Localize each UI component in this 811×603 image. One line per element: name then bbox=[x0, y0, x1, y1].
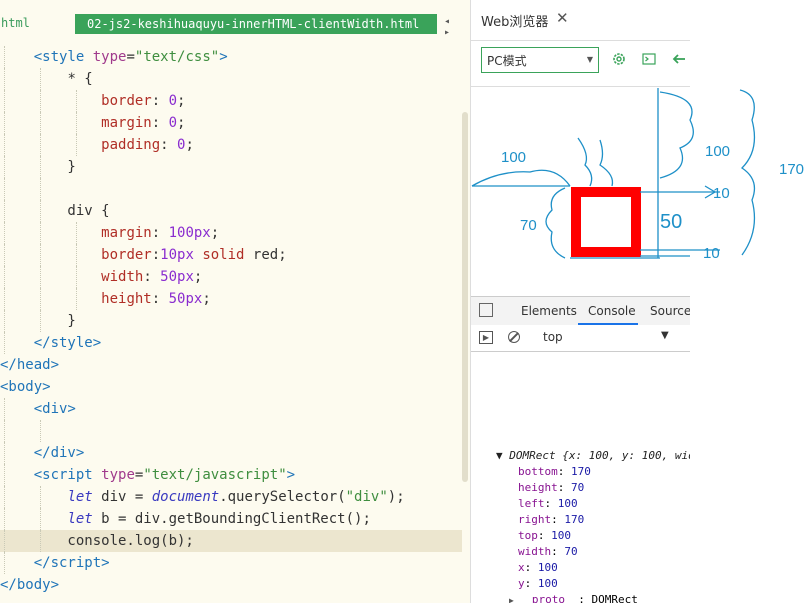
code-line: </style> bbox=[0, 332, 462, 354]
code-line: border: 0; bbox=[0, 90, 462, 112]
sidebar-toggle-icon[interactable]: ▶ bbox=[479, 331, 493, 344]
prop-value: 100 bbox=[557, 497, 578, 510]
inspect-icon[interactable] bbox=[479, 303, 493, 317]
prop-value: 170 bbox=[564, 513, 585, 526]
devtools-tab-bar: Elements Console Sources bbox=[471, 297, 690, 326]
domrect-header[interactable]: ▼ DOMRect {x: 100, y: 100, wid bbox=[496, 448, 690, 464]
page-viewport bbox=[471, 87, 690, 297]
browser-panel: Web浏览器 ✕ PC模式 ▼ Elements Console Sources… bbox=[470, 0, 690, 603]
domrect-prop-x: x: 100 bbox=[518, 561, 558, 574]
code-line-current: console.log(b); bbox=[0, 530, 462, 552]
prop-key: x bbox=[518, 561, 525, 574]
prop-key: right bbox=[518, 513, 552, 526]
file-tab[interactable]: 02-js2-keshihuaquyu-innerHTML-clientWidt… bbox=[75, 14, 437, 34]
code-line: * { bbox=[0, 68, 462, 90]
domrect-prop-y: y: 100 bbox=[518, 577, 558, 590]
code-line: <script type="text/javascript"> bbox=[0, 464, 462, 486]
domrect-header-prefix: ▼ DOMRect bbox=[496, 449, 563, 462]
code-line: height: 50px; bbox=[0, 288, 462, 310]
domrect-prop-right: right: 170 bbox=[518, 513, 585, 526]
clear-console-icon[interactable] bbox=[508, 331, 520, 343]
prop-key: top bbox=[518, 529, 538, 542]
prop-value: 70 bbox=[564, 545, 578, 558]
tab-sources[interactable]: Sources bbox=[650, 297, 690, 325]
context-select[interactable]: top bbox=[543, 330, 563, 344]
editor-tab-bar: html 02-js2-keshihuaquyu-innerHTML-clien… bbox=[0, 0, 470, 46]
chevron-down-icon: ▼ bbox=[586, 55, 593, 64]
red-bordered-div bbox=[571, 187, 641, 257]
tab-console[interactable]: Console bbox=[578, 297, 638, 325]
file-ext-label: html bbox=[1, 16, 30, 30]
prop-key: left bbox=[518, 497, 545, 510]
prop-key: height bbox=[518, 481, 558, 494]
domrect-prop-width: width: 70 bbox=[518, 545, 578, 558]
terminal-icon[interactable] bbox=[640, 51, 658, 69]
code-line: </div> bbox=[0, 442, 462, 464]
proto-value: : DOMRect bbox=[578, 593, 638, 603]
code-line bbox=[0, 420, 462, 442]
prop-key: bottom bbox=[518, 465, 558, 478]
browser-tab[interactable]: Web浏览器 ✕ bbox=[471, 0, 690, 41]
domrect-prop-height: height: 70 bbox=[518, 481, 585, 494]
prop-value: 100 bbox=[551, 529, 571, 542]
proto-row[interactable]: ▶ __proto__: DOMRect bbox=[509, 592, 638, 603]
domrect-header-summary: {x: 100, y: 100, wid bbox=[562, 449, 690, 462]
browser-tab-title: Web浏览器 bbox=[481, 15, 549, 30]
code-line: let b = div.getBoundingClientRect(); bbox=[0, 508, 462, 530]
expand-arrow-icon[interactable]: ▶ bbox=[509, 596, 519, 603]
editor-scrollbar[interactable] bbox=[462, 112, 468, 482]
code-line: </head> bbox=[0, 357, 60, 373]
code-line: </script> bbox=[0, 552, 462, 574]
code-line: width: 50px; bbox=[0, 266, 462, 288]
code-line: } bbox=[0, 156, 462, 178]
gear-icon[interactable] bbox=[610, 51, 628, 69]
console-output: ▼ DOMRect {x: 100, y: 100, wid bottom: 17… bbox=[471, 351, 690, 603]
prop-key: width bbox=[518, 545, 552, 558]
code-line: let div = document.querySelector("div"); bbox=[0, 486, 462, 508]
tab-scroll-arrows[interactable]: ◂ ▸ bbox=[444, 16, 470, 38]
prop-value: 100 bbox=[537, 577, 558, 590]
code-line bbox=[0, 178, 462, 200]
code-line: margin: 0; bbox=[0, 112, 462, 134]
code-lines[interactable]: <style type="text/css"> * { border: 0; m… bbox=[0, 46, 462, 596]
code-editor[interactable]: html 02-js2-keshihuaquyu-innerHTML-clien… bbox=[0, 0, 470, 603]
prop-value: 70 bbox=[571, 481, 585, 494]
back-arrow-icon[interactable] bbox=[670, 51, 688, 69]
tab-elements[interactable]: Elements bbox=[521, 297, 577, 325]
code-line: } bbox=[0, 310, 462, 332]
code-line: border:10px solid red; bbox=[0, 244, 462, 266]
close-icon[interactable]: ✕ bbox=[556, 9, 569, 27]
console-toolbar: ▶ top ▼ bbox=[471, 325, 690, 352]
domrect-prop-top: top: 100 bbox=[518, 529, 571, 542]
domrect-prop-left: left: 100 bbox=[518, 497, 578, 510]
prop-key: y bbox=[518, 577, 525, 590]
code-line: margin: 100px; bbox=[0, 222, 462, 244]
mode-select[interactable]: PC模式 ▼ bbox=[481, 47, 599, 73]
prop-value: 100 bbox=[537, 561, 558, 574]
right-margin bbox=[690, 0, 811, 603]
chevron-down-icon[interactable]: ▼ bbox=[661, 330, 669, 341]
devtools-panel: Elements Console Sources ▶ top ▼ ▼ DOMRe… bbox=[471, 296, 690, 603]
code-line: div { bbox=[0, 200, 462, 222]
code-line: padding: 0; bbox=[0, 134, 462, 156]
code-line: </body> bbox=[0, 577, 60, 593]
code-line: <div> bbox=[0, 398, 462, 420]
mode-select-value: PC模式 bbox=[487, 54, 527, 68]
prop-value: 170 bbox=[571, 465, 591, 478]
code-line: <body> bbox=[0, 379, 51, 395]
code-line: <style type="text/css"> bbox=[0, 46, 462, 68]
proto-key: __proto__ bbox=[518, 593, 579, 603]
domrect-prop-bottom: bottom: 170 bbox=[518, 465, 591, 478]
